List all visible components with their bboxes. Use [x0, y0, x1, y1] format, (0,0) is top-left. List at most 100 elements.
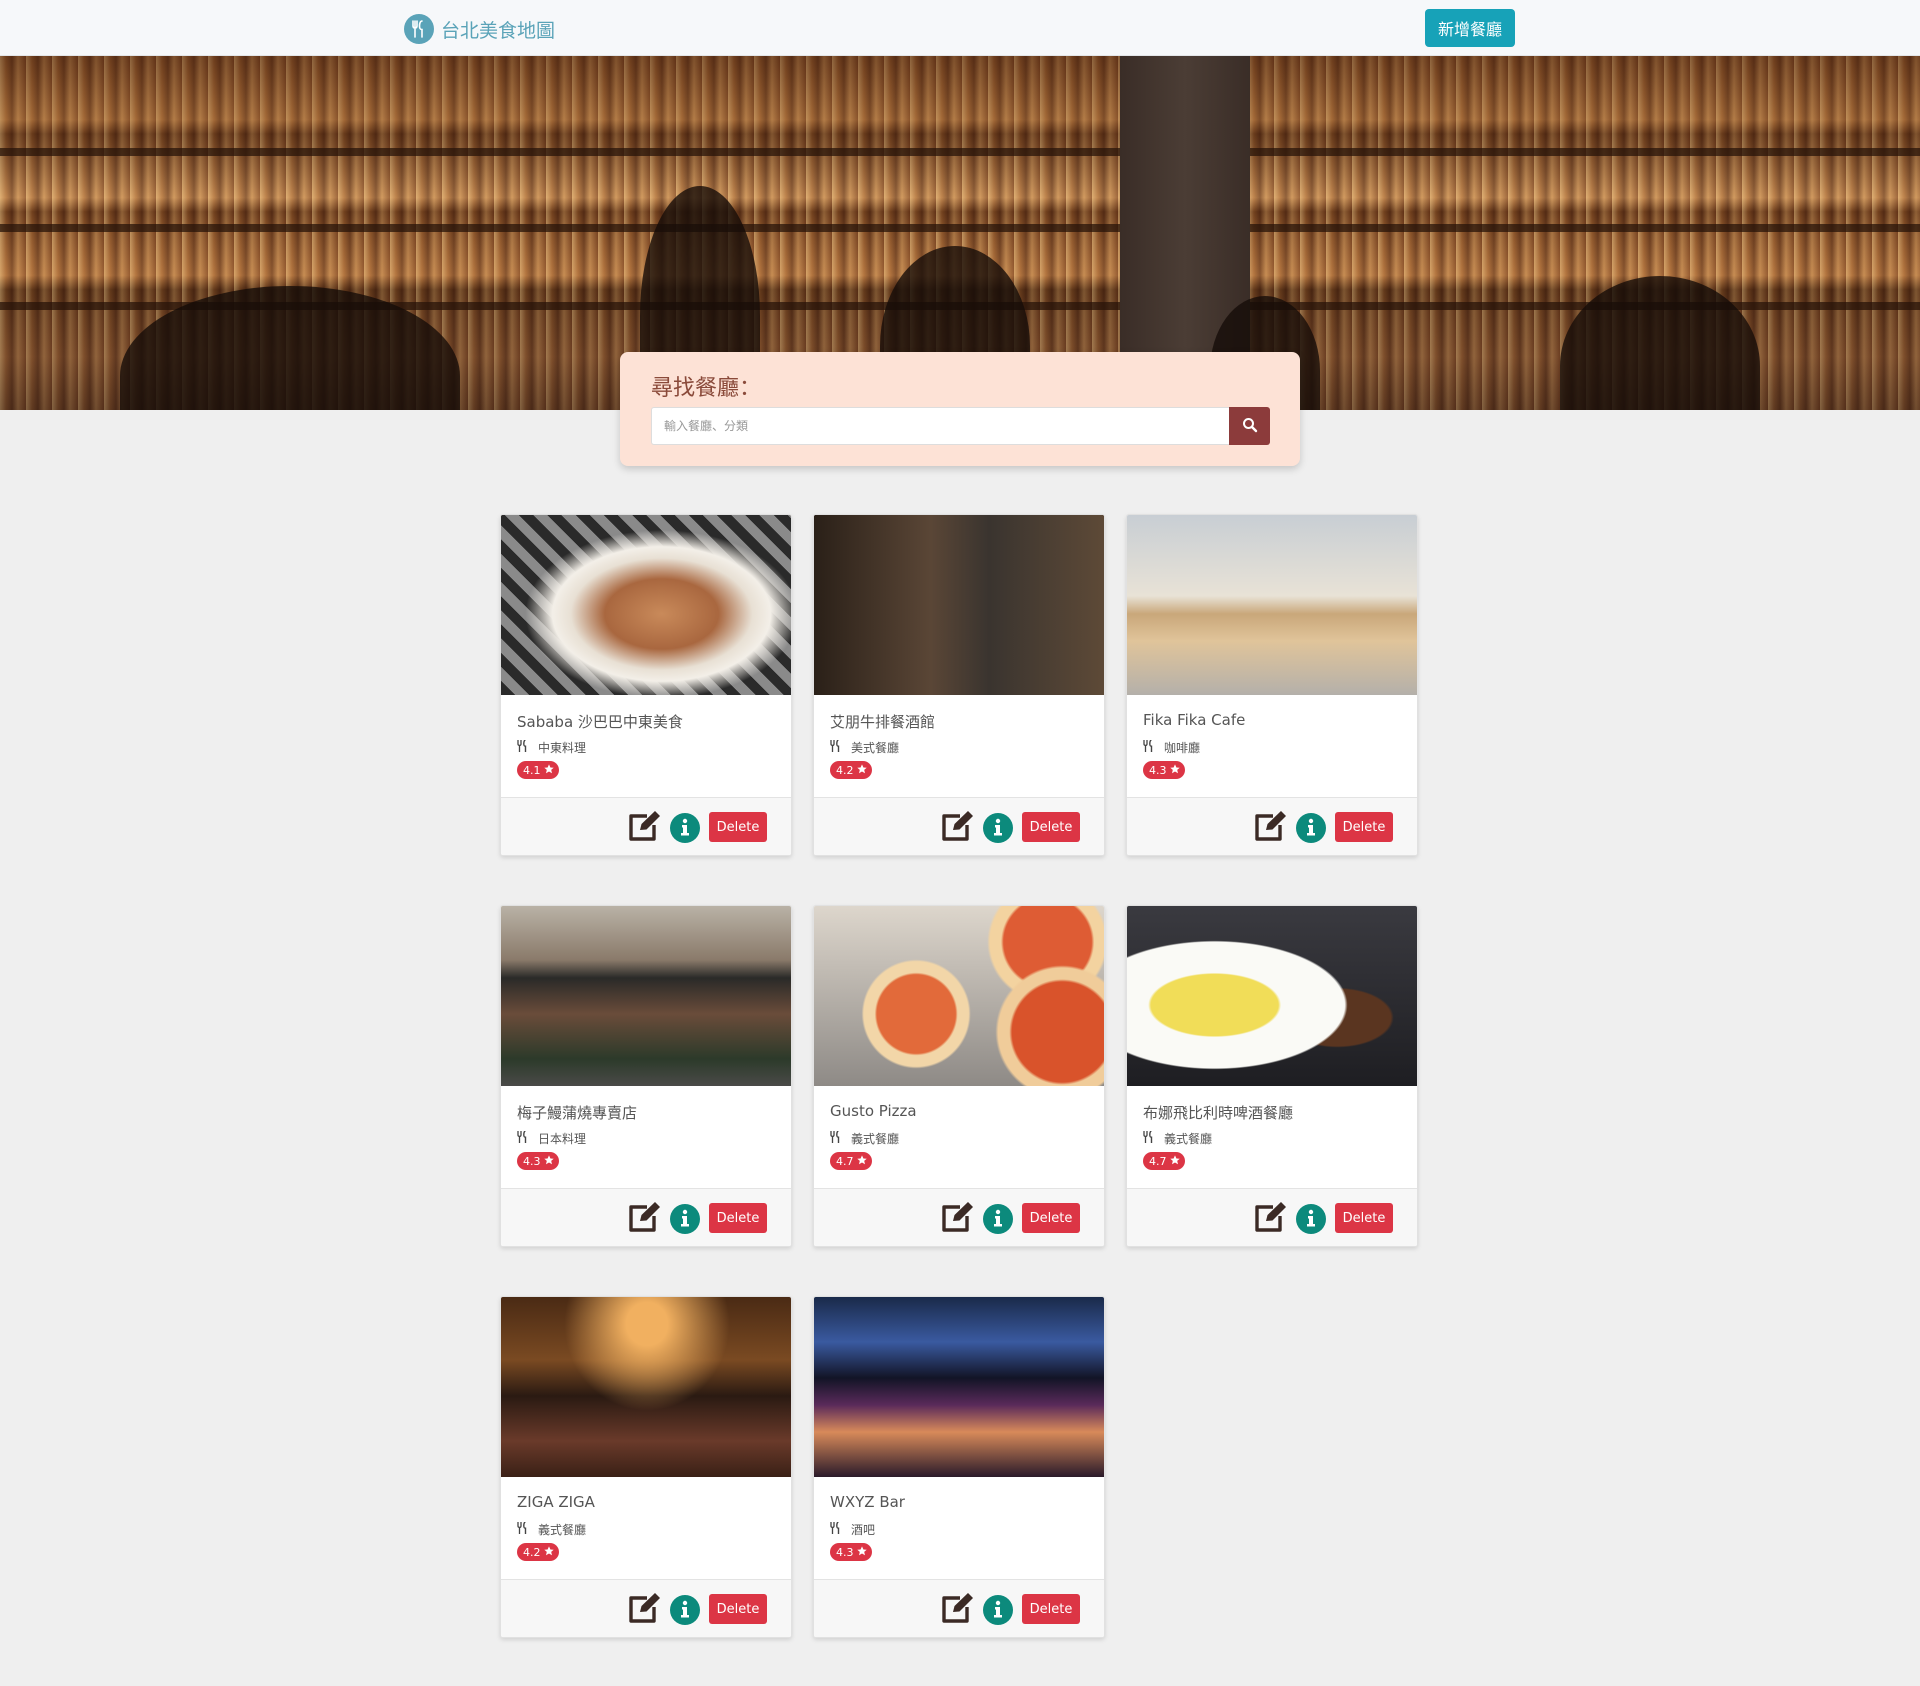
card-actions: Delete — [501, 1579, 791, 1637]
card-actions: Delete — [501, 797, 791, 855]
restaurant-name: 布娜飛比利時啤酒餐廳 — [1143, 1104, 1294, 1122]
restaurant-image[interactable] — [1127, 906, 1417, 1086]
rating-value: 4.7 — [836, 1154, 854, 1168]
info-button[interactable] — [983, 813, 1013, 843]
card-actions: Delete — [814, 1579, 1104, 1637]
restaurant-card: Gusto Pizza 義式餐廳 4.7 Delete — [813, 905, 1105, 1247]
restaurant-card: 艾朋牛排餐酒館 美式餐廳 4.2 Delete — [813, 514, 1105, 856]
edit-icon — [627, 810, 661, 846]
rating-badge: 4.3 — [830, 1543, 872, 1561]
edit-icon — [627, 1201, 661, 1237]
add-restaurant-button[interactable]: 新增餐廳 — [1425, 9, 1515, 47]
info-button[interactable] — [1296, 813, 1326, 843]
edit-icon — [627, 1592, 661, 1628]
restaurant-category: 義式餐廳 — [1164, 1132, 1213, 1146]
edit-button[interactable] — [939, 1201, 975, 1237]
star-icon — [856, 763, 867, 777]
rating-badge: 4.3 — [1143, 761, 1185, 779]
restaurant-name: ZIGA ZIGA — [517, 1493, 595, 1511]
delete-button[interactable]: Delete — [1022, 1203, 1080, 1233]
info-icon — [1305, 818, 1317, 839]
delete-button[interactable]: Delete — [1335, 1203, 1393, 1233]
rating-badge: 4.7 — [830, 1152, 872, 1170]
card-actions: Delete — [1127, 1188, 1417, 1246]
restaurant-image[interactable] — [501, 515, 791, 695]
restaurant-category-row: 咖啡廳 — [1143, 739, 1200, 756]
restaurant-image[interactable] — [814, 515, 1104, 695]
edit-icon — [940, 810, 974, 846]
edit-icon — [1253, 1201, 1287, 1237]
restaurant-image[interactable] — [1127, 515, 1417, 695]
edit-button[interactable] — [939, 1592, 975, 1628]
delete-button[interactable]: Delete — [1022, 812, 1080, 842]
card-actions: Delete — [1127, 797, 1417, 855]
restaurant-image[interactable] — [814, 906, 1104, 1086]
restaurant-name: 梅子鰻蒲燒專賣店 — [517, 1104, 638, 1122]
utensils-icon — [517, 739, 528, 755]
info-icon — [992, 818, 1004, 839]
star-icon — [856, 1545, 867, 1559]
utensils-icon — [830, 1521, 841, 1537]
search-input[interactable] — [651, 407, 1231, 445]
restaurant-category-row: 酒吧 — [830, 1521, 875, 1538]
edit-button[interactable] — [626, 810, 662, 846]
utensils-icon — [1143, 739, 1154, 755]
delete-button[interactable]: Delete — [1335, 812, 1393, 842]
delete-button[interactable]: Delete — [709, 812, 767, 842]
utensils-icon — [830, 739, 841, 755]
search-panel: 尋找餐廳： — [620, 352, 1300, 466]
search-button[interactable] — [1229, 407, 1270, 445]
restaurant-image[interactable] — [501, 1297, 791, 1477]
restaurant-category-row: 美式餐廳 — [830, 739, 899, 756]
card-actions: Delete — [814, 797, 1104, 855]
restaurant-category: 中東料理 — [538, 741, 587, 755]
edit-button[interactable] — [1252, 810, 1288, 846]
restaurant-name: WXYZ Bar — [830, 1493, 905, 1511]
restaurant-name: Fika Fika Cafe — [1143, 711, 1246, 729]
brand-name: 台北美食地圖 — [441, 19, 556, 42]
restaurant-card: 梅子鰻蒲燒專賣店 日本料理 4.3 Delete — [500, 905, 792, 1247]
rating-value: 4.3 — [1149, 763, 1167, 777]
star-icon — [543, 763, 554, 777]
restaurant-card: WXYZ Bar 酒吧 4.3 Delete — [813, 1296, 1105, 1638]
edit-button[interactable] — [626, 1592, 662, 1628]
restaurant-category-row: 義式餐廳 — [830, 1130, 899, 1147]
rating-badge: 4.7 — [1143, 1152, 1185, 1170]
star-icon — [543, 1154, 554, 1168]
restaurant-category-row: 中東料理 — [517, 739, 586, 756]
rating-badge: 4.1 — [517, 761, 559, 779]
edit-button[interactable] — [626, 1201, 662, 1237]
restaurant-name: 艾朋牛排餐酒館 — [830, 713, 936, 731]
brand-link[interactable]: 台北美食地圖 — [404, 14, 555, 44]
info-button[interactable] — [983, 1204, 1013, 1234]
info-button[interactable] — [670, 813, 700, 843]
delete-button[interactable]: Delete — [709, 1594, 767, 1624]
restaurant-card: Sababa 沙巴巴中東美食 中東料理 4.1 Delete — [500, 514, 792, 856]
restaurant-image[interactable] — [501, 906, 791, 1086]
utensils-icon — [517, 1130, 528, 1146]
info-button[interactable] — [1296, 1204, 1326, 1234]
utensils-icon — [1143, 1130, 1154, 1146]
edit-button[interactable] — [939, 810, 975, 846]
restaurant-card: ZIGA ZIGA 義式餐廳 4.2 Delete — [500, 1296, 792, 1638]
info-button[interactable] — [983, 1595, 1013, 1625]
edit-button[interactable] — [1252, 1201, 1288, 1237]
restaurant-category: 日本料理 — [538, 1132, 587, 1146]
delete-button[interactable]: Delete — [709, 1203, 767, 1233]
info-button[interactable] — [670, 1204, 700, 1234]
restaurant-category: 咖啡廳 — [1164, 741, 1201, 755]
rating-value: 4.2 — [836, 763, 854, 777]
utensils-icon — [830, 1130, 841, 1146]
star-icon — [1169, 763, 1180, 777]
restaurant-category-row: 義式餐廳 — [517, 1521, 586, 1538]
search-title: 尋找餐廳： — [651, 376, 762, 401]
delete-button[interactable]: Delete — [1022, 1594, 1080, 1624]
restaurant-image[interactable] — [814, 1297, 1104, 1477]
restaurant-name: Gusto Pizza — [830, 1102, 917, 1120]
restaurant-card: Fika Fika Cafe 咖啡廳 4.3 Delete — [1126, 514, 1418, 856]
card-actions: Delete — [814, 1188, 1104, 1246]
star-icon — [1169, 1154, 1180, 1168]
restaurant-category: 美式餐廳 — [851, 741, 900, 755]
info-icon — [1305, 1209, 1317, 1230]
info-button[interactable] — [670, 1595, 700, 1625]
